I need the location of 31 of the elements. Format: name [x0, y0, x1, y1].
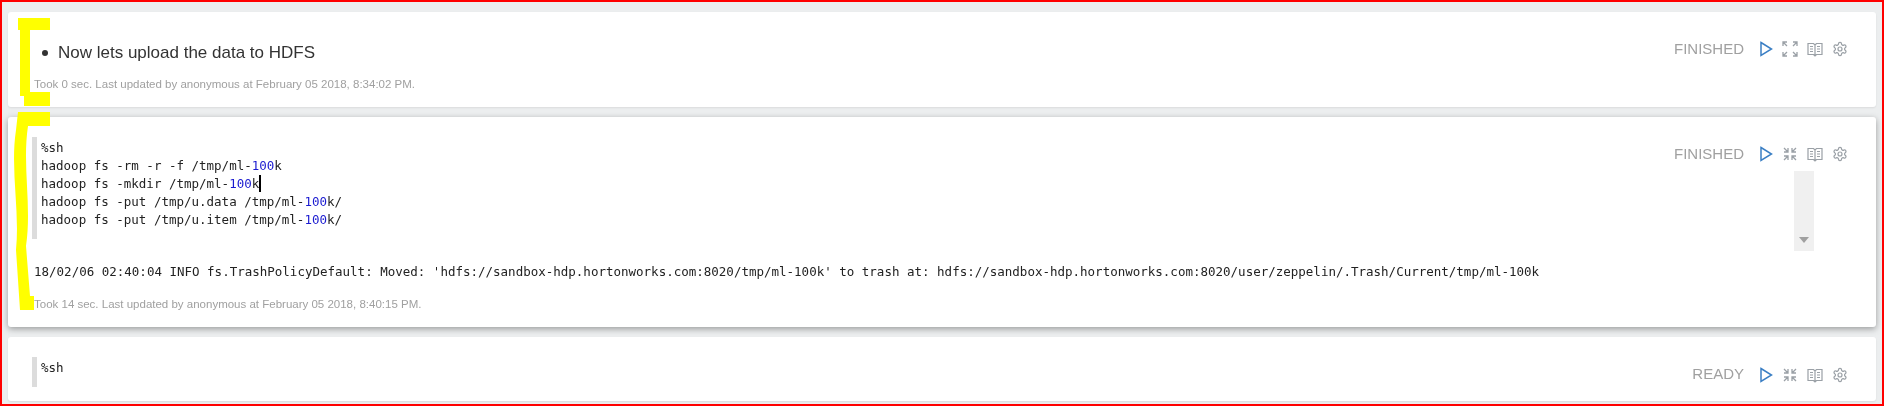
book-icon[interactable] [1807, 146, 1823, 162]
book-icon[interactable] [1807, 366, 1823, 383]
code-line: %sh [41, 359, 64, 378]
code-editor[interactable]: %sh hadoop fs -rm -r -f /tmp/ml-100k hadoop fs -mkdir /tmp/ml-100k hadoop fs -put /tmp/u.data /tmp/ml-100k/ hadoop fs -put /tmp/u.item /tmp/ml-100k/ [37, 136, 1658, 239]
settings-icon[interactable] [1832, 366, 1848, 383]
code-line: hadoop fs -rm -r -f /tmp/ml-100k [41, 156, 282, 175]
paragraph-footer: Took 0 sec. Last updated by anonymous at February 05 2018, 8:34:02 PM. [34, 75, 1848, 93]
down-arrow-icon[interactable] [1799, 237, 1809, 244]
collapse-icon[interactable] [1782, 146, 1798, 162]
code-editor[interactable]: %sh [37, 357, 1677, 388]
status-label: FINISHED [1674, 39, 1744, 59]
run-icon[interactable] [1759, 366, 1773, 383]
bullet-text: Now lets upload the data to HDFS [58, 42, 316, 64]
code-line: hadoop fs -put /tmp/u.data /tmp/ml-100k/ [41, 192, 343, 211]
bullet-icon [42, 49, 48, 56]
run-icon[interactable] [1759, 41, 1773, 58]
expand-icon[interactable] [1782, 41, 1798, 58]
editor-gutter [32, 357, 37, 388]
status-label: READY [1692, 364, 1744, 385]
run-icon[interactable] [1759, 146, 1773, 162]
scrollbar[interactable] [1794, 171, 1814, 252]
code-line: %sh [41, 138, 64, 157]
book-icon[interactable] [1807, 41, 1823, 58]
status-label: FINISHED [1674, 143, 1744, 164]
output-text: 18/02/06 02:40:04 INFO fs.TrashPolicyDefault: Moved: 'hdfs://sandbox-hdp.hortonworks.com:8020/tmp/ml-100k' to trash at: hdfs://sandbox-hdp.hortonworks.com:8020/user/zeppelin/.Trash/Current/tmp/ml-100k [34, 263, 1541, 282]
settings-icon[interactable] [1832, 146, 1848, 162]
code-line: hadoop fs -mkdir /tmp/ml-100k [41, 174, 260, 193]
collapse-icon[interactable] [1782, 366, 1798, 383]
paragraph-footer: Took 14 sec. Last updated by anonymous at February 05 2018, 8:40:15 PM. [34, 296, 1848, 314]
settings-icon[interactable] [1832, 41, 1848, 58]
code-line: hadoop fs -put /tmp/u.item /tmp/ml-100k/ [41, 210, 343, 229]
